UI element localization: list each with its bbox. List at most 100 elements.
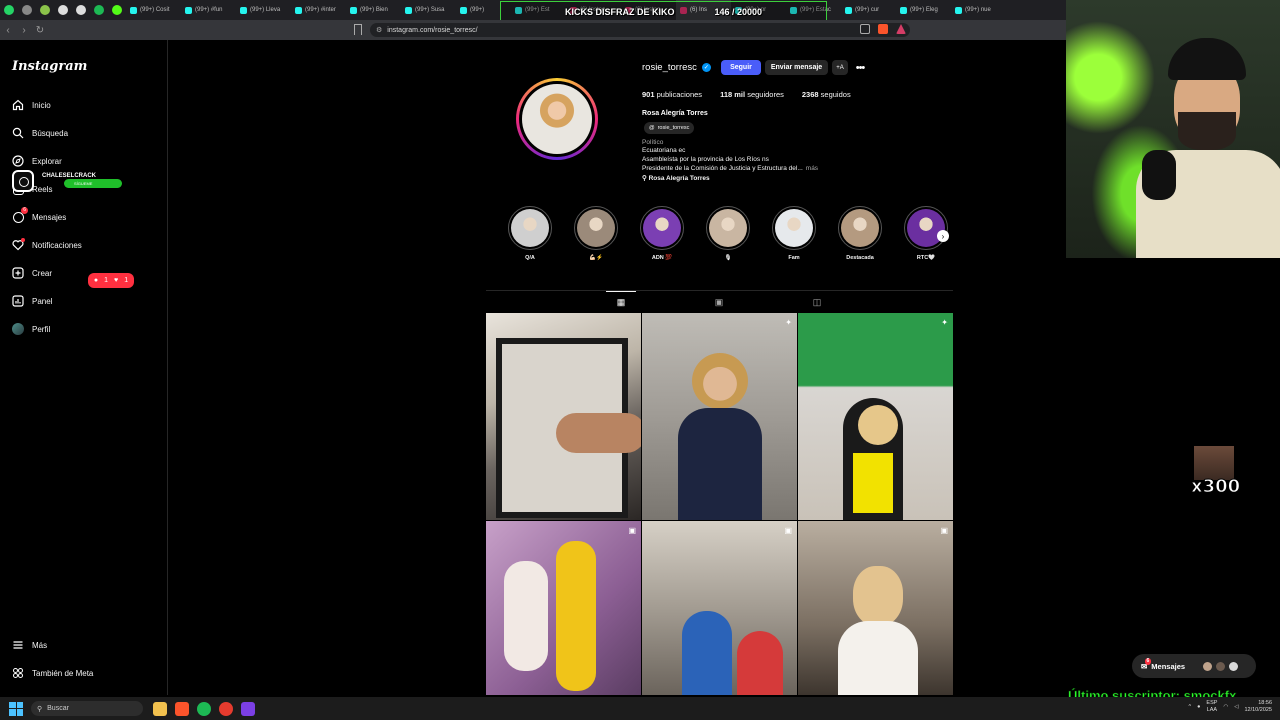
- browser-tab[interactable]: (99+) Bien: [346, 0, 401, 20]
- bio-link[interactable]: ⚲ Rosa Alegría Torres: [642, 174, 710, 182]
- browser-tab[interactable]: (99+) nue: [951, 0, 1006, 20]
- messages-badge: 6: [1144, 657, 1152, 665]
- rewards-icon[interactable]: [896, 24, 906, 34]
- more-options-icon[interactable]: •••: [853, 60, 867, 75]
- followers-stat[interactable]: 118 mil seguidores: [720, 90, 784, 99]
- site-settings-icon[interactable]: ⚙: [376, 26, 382, 34]
- url-input[interactable]: ⚙ instagram.com/rosie_torresc/: [370, 23, 910, 37]
- tab-favicon-icon: [405, 6, 412, 14]
- pin-icon: ✦: [785, 318, 792, 327]
- brave-shield-icon[interactable]: [878, 24, 888, 34]
- messenger-icon: ✉ 6: [1141, 657, 1152, 671]
- sidebar-item-messages[interactable]: 6 Mensajes: [12, 207, 66, 227]
- sidebar-item-notifications[interactable]: Notificaciones: [12, 235, 82, 255]
- post-thumbnail[interactable]: ▣: [486, 521, 641, 695]
- sidebar-item-explore[interactable]: Explorar: [12, 151, 62, 171]
- reload-icon[interactable]: ↻: [32, 20, 48, 40]
- windows-start-icon[interactable]: [9, 701, 23, 716]
- highlight-item[interactable]: Destacada: [837, 206, 883, 261]
- spotify-icon[interactable]: [197, 701, 211, 716]
- threads-icon: @: [649, 125, 655, 131]
- browser-tab[interactable]: (99+) Eleg: [896, 0, 951, 20]
- highlight-item[interactable]: Q/A: [507, 206, 553, 261]
- sidebar-item-also-from-meta[interactable]: También de Meta: [12, 663, 93, 683]
- emote-image: [1194, 446, 1234, 480]
- pinned-tab-icon[interactable]: [72, 0, 90, 20]
- clock[interactable]: 18:56 12/10/2025: [1244, 700, 1272, 714]
- post-thumbnail[interactable]: ▣: [798, 521, 953, 695]
- profile-avatar[interactable]: [516, 78, 598, 160]
- stream-title: KICKS DISFRAZ DE KIKO: [564, 6, 675, 17]
- brave-browser-icon[interactable]: [175, 701, 189, 716]
- pinned-tab-icon[interactable]: [36, 0, 54, 20]
- volume-icon[interactable]: ◁: [1234, 704, 1238, 710]
- browser-tab[interactable]: (99+) cur: [841, 0, 896, 20]
- tab-posts-grid-icon[interactable]: ▦: [606, 291, 636, 313]
- sidebar-item-panel[interactable]: Panel: [12, 291, 52, 311]
- tab-reels-icon[interactable]: ▣: [704, 291, 734, 313]
- avatar: [1216, 661, 1226, 671]
- highlight-item[interactable]: Fam: [771, 206, 817, 261]
- wifi-icon[interactable]: ◠: [1223, 704, 1228, 710]
- obs-icon[interactable]: [219, 701, 233, 716]
- highlight-item[interactable]: 🎙: [705, 206, 751, 261]
- suggested-users-button[interactable]: +A: [832, 60, 848, 75]
- follow-button[interactable]: Seguir: [721, 60, 761, 75]
- bio-more-link[interactable]: más: [806, 165, 818, 172]
- sidebar-item-home[interactable]: Inicio: [12, 95, 51, 115]
- tab-tagged-icon[interactable]: ◫: [802, 291, 832, 313]
- back-icon[interactable]: ‹: [0, 20, 16, 40]
- sidebar-item-search[interactable]: Búsqueda: [12, 123, 68, 143]
- browser-tab[interactable]: (99+) #fun: [181, 0, 236, 20]
- instagram-logo[interactable]: Instagram: [12, 59, 87, 74]
- chevron-up-icon[interactable]: ^: [1188, 704, 1191, 710]
- bookmark-icon[interactable]: [354, 24, 362, 35]
- highlight-cover: [706, 206, 750, 250]
- heart-icon: ♥: [114, 277, 119, 284]
- send-message-button[interactable]: Enviar mensaje: [765, 60, 828, 75]
- sidebar-item-label: Búsqueda: [32, 128, 69, 138]
- tab-label: (99+): [470, 7, 485, 13]
- browser-tab[interactable]: (99+) Susa: [401, 0, 456, 20]
- forward-icon[interactable]: ›: [16, 20, 32, 40]
- language-indicator[interactable]: ESP LAA: [1206, 700, 1217, 714]
- whatsapp-pinned-icon[interactable]: [0, 0, 18, 20]
- browser-tab[interactable]: (99+) #inter: [291, 0, 346, 20]
- child-image: [682, 611, 732, 695]
- post-thumbnail[interactable]: ✦: [798, 313, 953, 520]
- pinned-tab-icon[interactable]: [18, 0, 36, 20]
- post-thumbnail[interactable]: [486, 313, 641, 520]
- profile-photo: [522, 84, 592, 154]
- tab-label: (99+) #inter: [305, 7, 336, 13]
- browser-tab[interactable]: (99+) Lleva: [236, 0, 291, 20]
- highlight-cover: [838, 206, 882, 250]
- highlights-next-icon[interactable]: ›: [937, 230, 949, 242]
- compass-icon: [12, 155, 24, 167]
- tab-label: (99+) nue: [965, 7, 991, 13]
- browser-tab[interactable]: (99+) Cosit: [126, 0, 181, 20]
- messages-floating-button[interactable]: ✉ 6 Mensajes: [1132, 654, 1256, 678]
- sidebar-item-profile[interactable]: Perfil: [12, 319, 50, 339]
- avatar: [1203, 661, 1213, 671]
- highlight-item[interactable]: ADN 💯: [639, 206, 685, 261]
- sidebar-item-create[interactable]: Crear: [12, 263, 52, 283]
- taskbar-search[interactable]: ⚲ Buscar: [31, 701, 143, 716]
- pinned-tab-icon[interactable]: [90, 0, 108, 20]
- file-explorer-icon[interactable]: [153, 701, 167, 716]
- post-thumbnail[interactable]: ▣: [642, 521, 797, 695]
- hand-image: [556, 413, 641, 453]
- notification-pill[interactable]: ● 1 ♥ 1: [88, 273, 134, 288]
- meta-icon: [12, 667, 24, 679]
- threads-badge[interactable]: @ rosie_torresc: [644, 122, 695, 134]
- post-thumbnail[interactable]: ✦: [642, 313, 797, 520]
- cast-icon[interactable]: [860, 24, 870, 34]
- pinned-tab-icon[interactable]: [54, 0, 72, 20]
- app-icon[interactable]: [241, 701, 255, 716]
- kick-pinned-icon[interactable]: [108, 0, 126, 20]
- highlight-item[interactable]: 💪🏻⚡: [573, 206, 619, 261]
- following-stat[interactable]: 2368 seguidos: [802, 90, 851, 99]
- sidebar-item-more[interactable]: Más: [12, 635, 47, 655]
- tab-favicon-icon: [460, 6, 467, 14]
- highlight-label: 🎙: [724, 255, 732, 261]
- microphone-icon[interactable]: ●: [1197, 704, 1200, 710]
